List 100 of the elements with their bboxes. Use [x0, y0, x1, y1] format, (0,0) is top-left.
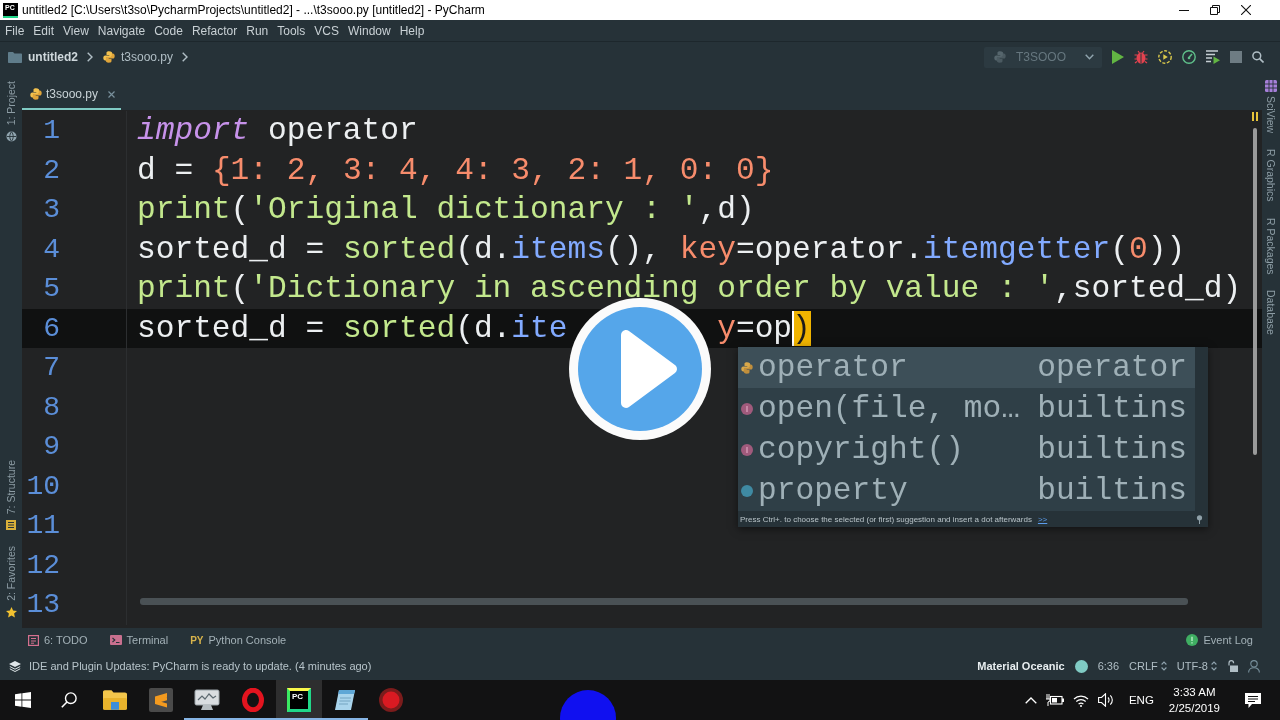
completion-label: property — [758, 473, 908, 508]
completion-item[interactable]: property builtins — [738, 470, 1195, 511]
record-icon — [379, 688, 403, 712]
code-line: print('Original dictionary : ',d) — [137, 192, 755, 227]
code-line: sorted_d = sorted(d.ite y=op) — [137, 310, 811, 346]
pin-icon[interactable] — [1196, 514, 1203, 524]
clock-date[interactable]: 2/25/2019 — [1168, 700, 1220, 716]
tool-window-button[interactable]: 1: Project — [5, 81, 17, 143]
completion-label: copyright() — [758, 432, 964, 467]
menu-item[interactable]: Refactor — [191, 23, 238, 38]
horizontal-scrollbar[interactable] — [140, 598, 1188, 605]
cursor-highlight-icon — [560, 690, 616, 720]
minimize-icon[interactable] — [1179, 9, 1189, 11]
tool-window-button[interactable]: R Graphics — [1265, 149, 1277, 202]
battery-icon[interactable] — [1045, 694, 1064, 706]
app-logo: PC — [287, 688, 311, 712]
line-number: 1 — [43, 115, 60, 146]
double-bar-icon[interactable] — [1252, 112, 1258, 121]
menu-item[interactable]: Tools — [277, 23, 306, 38]
completion-item[interactable]: operator operator — [738, 347, 1195, 388]
code-line: import operator — [137, 113, 418, 148]
gauge-icon[interactable] — [1182, 50, 1196, 64]
chevron-up-icon[interactable] — [1024, 696, 1037, 704]
search-icon[interactable] — [1252, 51, 1264, 63]
console-logo: PY — [190, 634, 204, 646]
taskbar-button[interactable]: PC — [276, 680, 322, 720]
hint-link[interactable]: >> — [1037, 514, 1048, 524]
list-icon — [28, 634, 39, 646]
menu-item[interactable]: File — [5, 23, 25, 38]
menu-item[interactable]: View — [63, 23, 89, 38]
code-line: print('Dictionary in ascending order by value : ',sorted_d) — [137, 271, 1242, 306]
restore-icon[interactable] — [1210, 5, 1220, 15]
code-line: d = {1: 2, 3: 4, 4: 3, 2: 1, 0: 0} — [137, 152, 774, 188]
completion-label: open(file, mo… — [758, 391, 1021, 426]
encoding-selector[interactable]: UTF-8 — [1176, 660, 1217, 672]
menu-item[interactable]: VCS — [314, 23, 339, 38]
tool-window-button[interactable]: 7: Structure — [5, 459, 17, 531]
tool-window-tab[interactable]: Terminal — [109, 634, 169, 646]
up-down-arrows-icon — [1211, 661, 1217, 671]
completion-item[interactable]: open(file, mo… builtins — [738, 388, 1195, 429]
class-dot-icon — [741, 484, 753, 497]
folder-icon — [8, 51, 22, 63]
dashed-play-circle-icon[interactable] — [1158, 50, 1172, 64]
theme-name[interactable]: Material Oceanic — [977, 660, 1065, 672]
bars-play-icon[interactable] — [1206, 50, 1220, 64]
notification-icon[interactable] — [1245, 692, 1261, 708]
search-icon[interactable] — [61, 692, 77, 708]
line-number: 5 — [43, 273, 60, 304]
terminal-icon — [109, 635, 122, 645]
menu-item[interactable]: Navigate — [97, 23, 146, 38]
line-number: 10 — [26, 470, 60, 502]
info-balloon-icon — [1186, 634, 1199, 646]
wifi-icon[interactable] — [1072, 693, 1089, 707]
windows-logo-icon[interactable] — [15, 692, 31, 708]
line-number: 12 — [26, 549, 60, 581]
layers-icon[interactable] — [9, 660, 21, 672]
tool-window-tab[interactable]: 6: TODO — [28, 634, 88, 646]
run-icon[interactable] — [1112, 50, 1124, 64]
grid-icon — [1265, 80, 1277, 92]
menu-item[interactable]: Help — [399, 23, 425, 38]
theme-dot-icon[interactable] — [1074, 659, 1088, 673]
menu-item[interactable]: Window — [347, 23, 391, 38]
bug-icon[interactable] — [1134, 50, 1148, 64]
clock-time[interactable]: 3:33 AM — [1173, 684, 1216, 700]
completion-source: operator — [1037, 350, 1188, 385]
event-log-button[interactable]: Event Log — [1186, 634, 1253, 646]
caret-down-icon — [1085, 54, 1094, 60]
completion-label: operator — [758, 350, 908, 385]
tool-window-button[interactable]: 2: Favorites — [5, 546, 17, 618]
ring-icon — [242, 688, 264, 712]
line-number: 6 — [43, 312, 60, 344]
globe-icon — [5, 131, 17, 143]
caret-position[interactable]: 6:36 — [1097, 660, 1120, 672]
tool-window-tab[interactable]: PY Python Console — [190, 634, 287, 646]
language-indicator[interactable]: ENG — [1128, 694, 1154, 706]
python-icon — [741, 361, 753, 374]
tool-window-button[interactable]: SciView — [1265, 80, 1277, 134]
volume-icon[interactable] — [1097, 693, 1114, 707]
line-number: 2 — [43, 154, 60, 186]
unlocked-padlock-icon[interactable] — [1227, 660, 1238, 672]
breadcrumb-item[interactable]: untitled2 — [28, 50, 78, 64]
person-icon[interactable] — [1248, 659, 1260, 673]
completion-item[interactable]: copyright() builtins — [738, 429, 1195, 470]
window-title: untitled2 [C:\Users\t3so\PycharmProjects\untitled2] - ...\t3sooo.py [untitled2] - PyCharm — [22, 3, 485, 17]
completion-source: builtins — [1037, 432, 1188, 467]
tool-window-button[interactable]: R Packages — [1265, 217, 1277, 275]
function-dot-icon — [741, 443, 753, 456]
menu-item[interactable]: Code — [154, 23, 183, 38]
line-separator-selector[interactable]: CRLF — [1129, 660, 1167, 672]
breadcrumb-item[interactable]: t3sooo.py — [121, 50, 174, 64]
folder-icon — [103, 690, 127, 710]
vertical-scrollbar[interactable] — [1253, 128, 1257, 455]
tool-window-button[interactable]: Database — [1265, 290, 1277, 336]
menu-item[interactable]: Run — [246, 23, 269, 38]
python-file-icon — [103, 51, 115, 63]
status-message: IDE and Plugin Updates: PyCharm is ready to update. (4 minutes ago) — [29, 660, 372, 672]
menu-item[interactable]: Edit — [33, 23, 55, 38]
completion-source: builtins — [1037, 391, 1188, 426]
python-icon — [994, 51, 1006, 63]
close-icon[interactable] — [1241, 5, 1251, 15]
